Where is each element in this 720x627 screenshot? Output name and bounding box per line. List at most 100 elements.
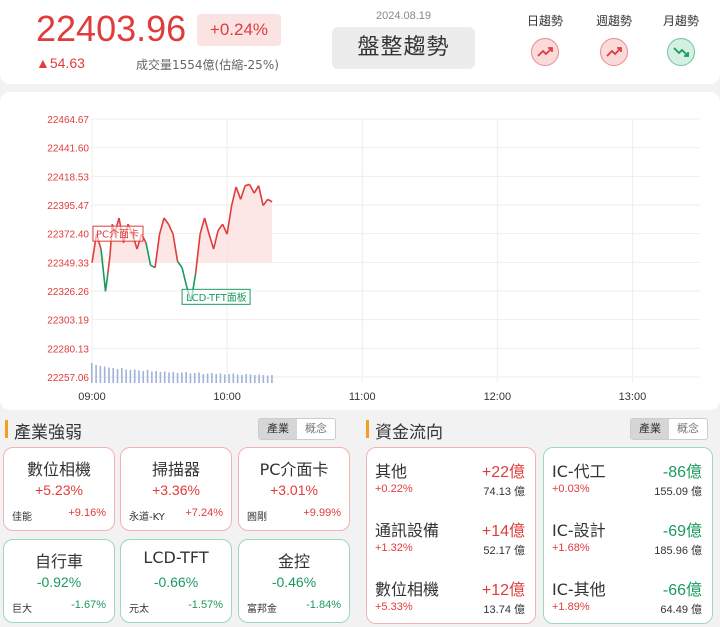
fund-flow-pct: +5.33% xyxy=(375,601,413,613)
fund-flow-row[interactable]: IC-代工 -86億 +0.03% 155.09 億 xyxy=(544,448,712,506)
industry-pct: +5.23% xyxy=(35,482,83,498)
volume-bar xyxy=(189,373,192,383)
fund-flow-value: 52.17 億 xyxy=(483,545,525,557)
volume-bar xyxy=(103,366,106,383)
fund-flow-toggle: 產業 概念 xyxy=(630,418,708,440)
y-tick-label: 22326.26 xyxy=(47,287,89,298)
industry-pct: -0.92% xyxy=(36,574,82,590)
volume-bar xyxy=(151,371,153,383)
volume-bar xyxy=(232,373,235,383)
volume-bar xyxy=(241,375,243,383)
change-percent-badge: +0.24% xyxy=(197,14,281,46)
fund-flow-row[interactable]: 其他 +22億 +0.22% 74.13 億 xyxy=(367,448,535,506)
industry-top-stock-pct: -1.84% xyxy=(306,599,341,611)
y-tick-label: 22441.60 xyxy=(47,144,89,155)
industry-pct: +3.01% xyxy=(270,482,318,498)
trend-down-icon xyxy=(667,38,695,66)
y-tick-label: 22303.19 xyxy=(47,316,89,327)
industry-name: 掃描器 xyxy=(151,460,200,479)
industry-strength-title: 產業強弱 xyxy=(5,418,82,443)
fund-flow-amount: +14億 xyxy=(481,523,525,540)
fund-flow-amount: -86億 xyxy=(662,464,702,481)
industry-top-stock-pct: +9.99% xyxy=(303,507,341,519)
fund-flow-name: 通訊設備 xyxy=(375,521,440,540)
price-line-segment xyxy=(100,248,107,292)
volume-bar xyxy=(185,372,187,383)
industry-card[interactable]: 數位相機 +5.23% 佳能 +9.16% xyxy=(3,447,115,531)
industry-card[interactable]: PC介面卡 +3.01% 圓剛 +9.99% xyxy=(238,447,350,531)
volume-bar xyxy=(253,375,256,383)
daily-trend[interactable]: 日趨勢 xyxy=(515,12,575,66)
industry-card[interactable]: 自行車 -0.92% 巨大 -1.67% xyxy=(3,539,115,623)
volume-bar xyxy=(206,373,209,383)
index-value: 22403.96 xyxy=(36,8,187,49)
fund-flow-amount: +12億 xyxy=(481,582,525,599)
volume-bar xyxy=(125,369,127,383)
industry-tab-sector[interactable]: 產業 xyxy=(259,419,297,439)
volume-bar xyxy=(211,373,213,383)
fund-flow-value: 155.09 億 xyxy=(654,486,702,498)
volume-bar xyxy=(245,374,248,383)
volume-bar xyxy=(198,372,200,383)
x-tick-label: 13:00 xyxy=(619,391,647,403)
y-tick-label: 22418.53 xyxy=(47,172,89,183)
fund-flow-value: 185.96 億 xyxy=(654,545,702,557)
industry-top-stock-pct: +9.16% xyxy=(68,507,106,519)
weekly-trend-label: 週趨勢 xyxy=(595,14,632,28)
x-tick-label: 12:00 xyxy=(484,391,512,403)
fund-flow-row[interactable]: 通訊設備 +14億 +1.32% 52.17 億 xyxy=(367,507,535,565)
price-line-segment xyxy=(104,273,109,292)
fund-flow-row[interactable]: IC-其他 -66億 +1.89% 64.49 億 xyxy=(544,566,712,624)
industry-pct: -0.46% xyxy=(271,574,317,590)
monthly-trend-label: 月趨勢 xyxy=(662,14,699,28)
y-tick-label: 22395.47 xyxy=(47,201,89,212)
volume-bar xyxy=(202,374,205,383)
y-tick-label: 22372.40 xyxy=(47,230,89,241)
fund-flow-row[interactable]: IC-設計 -69億 +1.68% 185.96 億 xyxy=(544,507,712,565)
intraday-chart-card: 22464.67 22441.60 22418.53 22395.47 22372.40… xyxy=(0,92,720,410)
volume-bar xyxy=(176,373,179,383)
volume-bar xyxy=(112,368,115,383)
y-tick-label: 22280.13 xyxy=(47,344,89,355)
industry-top-stock: 巨大 xyxy=(12,604,32,615)
volume-bar xyxy=(168,372,170,383)
weekly-trend[interactable]: 週趨勢 xyxy=(584,12,644,66)
y-tick-label: 22464.67 xyxy=(47,115,89,126)
trend-up-icon xyxy=(600,38,628,66)
industry-tab-concept[interactable]: 概念 xyxy=(297,419,335,439)
market-summary-header: 22403.96 +0.24% ▲54.63 成交量1554億(估縮-25%) … xyxy=(0,0,720,84)
daily-trend-label: 日趨勢 xyxy=(526,14,563,28)
monthly-trend[interactable]: 月趨勢 xyxy=(651,12,711,66)
trading-volume: 成交量1554億(估縮-25%) xyxy=(136,58,279,72)
volume-bar xyxy=(155,371,157,383)
industry-card[interactable]: 金控 -0.46% 富邦金 -1.84% xyxy=(238,539,350,623)
fund-flow-pct: +0.22% xyxy=(375,483,413,495)
industry-card[interactable]: LCD-TFT -0.66% 元太 -1.57% xyxy=(120,539,232,623)
fund-flow-pct: +1.68% xyxy=(552,542,590,554)
fund-flow-row[interactable]: 數位相機 +12億 +5.33% 13.74 億 xyxy=(367,566,535,624)
industry-pct: +3.36% xyxy=(152,482,200,498)
industry-name: 自行車 xyxy=(34,552,83,571)
volume-bar xyxy=(258,374,260,383)
trend-up-icon xyxy=(531,38,559,66)
industry-top-stock-pct: -1.57% xyxy=(188,599,223,611)
fund-flow-amount: -69億 xyxy=(662,523,702,540)
volume-bar xyxy=(95,365,97,383)
fund-flow-title: 資金流向 xyxy=(366,418,443,443)
fund-outflow-card: IC-代工 -86億 +0.03% 155.09 億 IC-設計 -69億 +1… xyxy=(543,447,713,624)
x-tick-label: 10:00 xyxy=(213,391,241,403)
industry-top-stock: 佳能 xyxy=(12,512,32,523)
price-line-segment xyxy=(181,267,188,287)
intraday-chart[interactable]: 22464.67 22441.60 22418.53 22395.47 22372.40… xyxy=(0,92,720,410)
fund-flow-tab-sector[interactable]: 產業 xyxy=(631,419,669,439)
fund-flow-tab-concept[interactable]: 概念 xyxy=(669,419,707,439)
industry-toggle: 產業 概念 xyxy=(258,418,336,440)
volume-bar xyxy=(228,374,230,383)
volume-bar xyxy=(116,369,119,383)
industry-top-stock: 圓剛 xyxy=(247,512,267,523)
x-tick-label: 11:00 xyxy=(349,391,376,403)
trend-status: 盤整趨勢 xyxy=(332,27,475,69)
fund-flow-name: 其他 xyxy=(375,462,408,481)
industry-name: PC介面卡 xyxy=(259,460,329,479)
industry-card[interactable]: 掃描器 +3.36% 永道-KY +7.24% xyxy=(120,447,232,531)
